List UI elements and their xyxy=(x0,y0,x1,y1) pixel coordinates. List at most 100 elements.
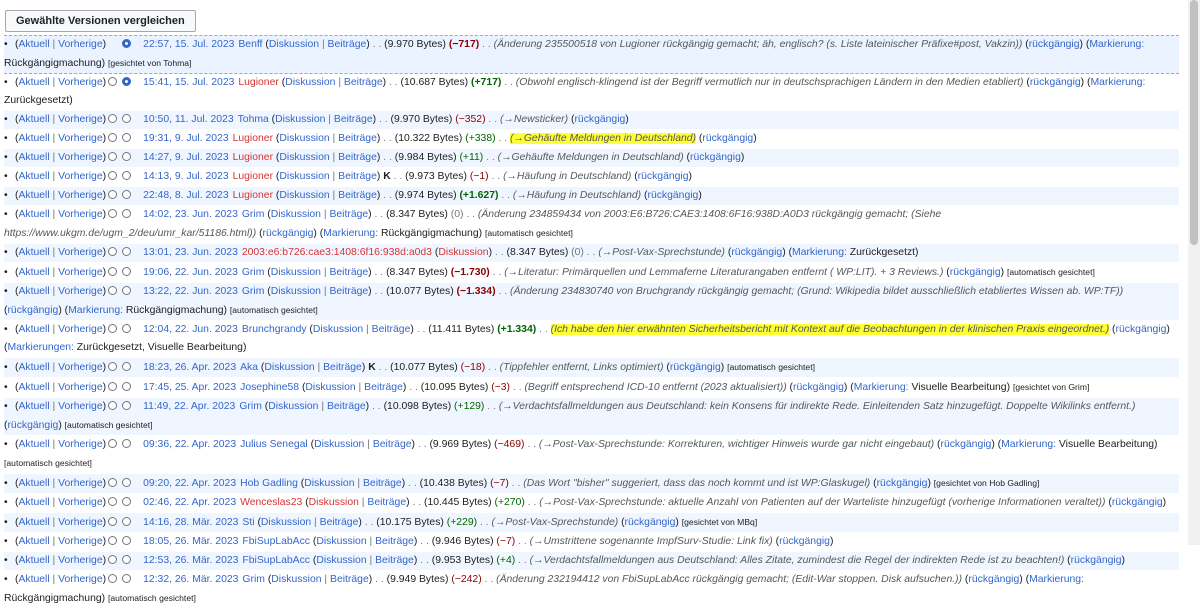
current-link[interactable]: Aktuell xyxy=(18,536,49,547)
current-link[interactable]: Aktuell xyxy=(18,133,49,144)
previous-link[interactable]: Vorherige xyxy=(58,247,102,258)
user-contribs-link[interactable]: Beiträge xyxy=(320,517,359,528)
undo-link[interactable]: rückgängig xyxy=(7,420,58,431)
undo-link[interactable]: rückgängig xyxy=(1112,497,1163,508)
user-contribs-link[interactable]: Beiträge xyxy=(373,439,412,450)
current-link[interactable]: Aktuell xyxy=(18,324,49,335)
tag-label-link[interactable]: Markierung: xyxy=(68,305,123,316)
user-link[interactable]: Lugioner xyxy=(238,77,278,88)
user-link[interactable]: Aka xyxy=(240,362,258,373)
revision-date-link[interactable]: 14:13, 9. Jul. 2023 xyxy=(143,171,229,182)
compare-radio-old[interactable] xyxy=(108,171,118,180)
compare-radio-old[interactable] xyxy=(108,114,118,123)
compare-radio-old[interactable] xyxy=(108,574,118,583)
current-link[interactable]: Aktuell xyxy=(18,171,49,182)
revision-date-link[interactable]: 09:20, 22. Apr. 2023 xyxy=(143,478,236,489)
undo-link[interactable]: rückgängig xyxy=(690,152,741,163)
compare-radio-new[interactable] xyxy=(122,382,132,391)
undo-link[interactable]: rückgängig xyxy=(263,228,314,239)
user-talk-link[interactable]: Diskussion xyxy=(271,574,321,585)
compare-radio-new[interactable] xyxy=(122,247,132,256)
current-link[interactable]: Aktuell xyxy=(18,401,49,412)
user-talk-link[interactable]: Diskussion xyxy=(268,401,318,412)
user-link[interactable]: Lugioner xyxy=(233,190,273,201)
revision-date-link[interactable]: 22:48, 8. Jul. 2023 xyxy=(143,190,229,201)
previous-link[interactable]: Vorherige xyxy=(58,555,102,566)
revision-date-link[interactable]: 22:57, 15. Jul. 2023 xyxy=(143,39,234,50)
user-link[interactable]: Lugioner xyxy=(233,171,273,182)
undo-link[interactable]: rückgängig xyxy=(7,305,58,316)
undo-link[interactable]: rückgängig xyxy=(670,362,721,373)
revision-date-link[interactable]: 12:04, 22. Jun. 2023 xyxy=(143,324,238,335)
undo-link[interactable]: rückgängig xyxy=(647,190,698,201)
user-talk-link[interactable]: Diskussion xyxy=(313,324,363,335)
user-contribs-link[interactable]: Beiträge xyxy=(344,77,383,88)
user-contribs-link[interactable]: Beiträge xyxy=(338,171,377,182)
tag-label-link[interactable]: Markierung: xyxy=(1001,439,1056,450)
current-link[interactable]: Aktuell xyxy=(18,497,49,508)
compare-radio-new[interactable] xyxy=(122,286,132,295)
tag-label-link[interactable]: Markierung: xyxy=(792,247,847,258)
user-contribs-link[interactable]: Beiträge xyxy=(363,478,402,489)
current-link[interactable]: Aktuell xyxy=(18,478,49,489)
tag-label-link[interactable]: Markierung: xyxy=(854,382,909,393)
user-talk-link[interactable]: Diskussion xyxy=(279,133,329,144)
previous-link[interactable]: Vorherige xyxy=(58,536,102,547)
user-talk-link[interactable]: Diskussion xyxy=(261,517,311,528)
previous-link[interactable]: Vorherige xyxy=(58,478,102,489)
previous-link[interactable]: Vorherige xyxy=(58,439,102,450)
current-link[interactable]: Aktuell xyxy=(18,267,49,278)
revision-date-link[interactable]: 10:50, 11. Jul. 2023 xyxy=(143,114,234,125)
compare-radio-old[interactable] xyxy=(108,362,118,371)
user-contribs-link[interactable]: Beiträge xyxy=(323,362,362,373)
compare-radio-new[interactable] xyxy=(122,133,132,142)
user-talk-link[interactable]: Diskussion xyxy=(269,39,319,50)
user-link[interactable]: Grim xyxy=(242,267,265,278)
compare-radio-new[interactable] xyxy=(122,439,132,448)
user-link[interactable]: Josephine58 xyxy=(240,382,299,393)
user-link[interactable]: Grim xyxy=(239,401,262,412)
user-link[interactable]: Lugioner xyxy=(233,152,273,163)
previous-link[interactable]: Vorherige xyxy=(58,517,102,528)
previous-link[interactable]: Vorherige xyxy=(58,497,102,508)
user-contribs-link[interactable]: Beiträge xyxy=(327,401,366,412)
user-talk-link[interactable]: Diskussion xyxy=(275,114,325,125)
user-contribs-link[interactable]: Beiträge xyxy=(338,152,377,163)
previous-link[interactable]: Vorherige xyxy=(58,324,102,335)
revision-date-link[interactable]: 14:16, 28. Mär. 2023 xyxy=(143,517,238,528)
compare-radio-old[interactable] xyxy=(108,209,118,218)
user-link[interactable]: Brunchgrandy xyxy=(242,324,307,335)
user-contribs-link[interactable]: Beiträge xyxy=(364,382,403,393)
user-link[interactable]: Sti xyxy=(242,517,254,528)
previous-link[interactable]: Vorherige xyxy=(58,362,102,373)
user-talk-link[interactable]: Diskussion xyxy=(271,209,321,220)
revision-date-link[interactable]: 19:31, 9. Jul. 2023 xyxy=(143,133,229,144)
user-contribs-link[interactable]: Beiträge xyxy=(375,536,414,547)
revision-date-link[interactable]: 14:27, 9. Jul. 2023 xyxy=(143,152,229,163)
current-link[interactable]: Aktuell xyxy=(18,574,49,585)
user-link[interactable]: FbiSupLabAcc xyxy=(242,555,310,566)
tag-label-link[interactable]: Markierung: xyxy=(1029,574,1084,585)
revision-date-link[interactable]: 13:22, 22. Jun. 2023 xyxy=(143,286,238,297)
compare-radio-new[interactable] xyxy=(122,574,132,583)
previous-link[interactable]: Vorherige xyxy=(58,286,102,297)
compare-radio-new[interactable] xyxy=(122,190,132,199)
user-contribs-link[interactable]: Beiträge xyxy=(329,209,368,220)
current-link[interactable]: Aktuell xyxy=(18,286,49,297)
compare-radio-new[interactable] xyxy=(122,555,132,564)
scrollbar-thumb[interactable] xyxy=(1190,0,1198,245)
current-link[interactable]: Aktuell xyxy=(18,209,49,220)
user-talk-link[interactable]: Diskussion xyxy=(314,439,364,450)
user-contribs-link[interactable]: Beiträge xyxy=(372,324,411,335)
user-talk-link[interactable]: Diskussion xyxy=(316,536,366,547)
previous-link[interactable]: Vorherige xyxy=(58,401,102,412)
revision-date-link[interactable]: 18:23, 26. Apr. 2023 xyxy=(143,362,236,373)
current-link[interactable]: Aktuell xyxy=(18,152,49,163)
revision-date-link[interactable]: 18:05, 26. Mär. 2023 xyxy=(143,536,238,547)
user-link[interactable]: Julius Senegal xyxy=(240,439,308,450)
current-link[interactable]: Aktuell xyxy=(18,247,49,258)
undo-link[interactable]: rückgängig xyxy=(793,382,844,393)
user-talk-link[interactable]: Diskussion xyxy=(279,190,329,201)
user-link[interactable]: Tohma xyxy=(238,114,269,125)
compare-radio-new[interactable] xyxy=(122,536,132,545)
